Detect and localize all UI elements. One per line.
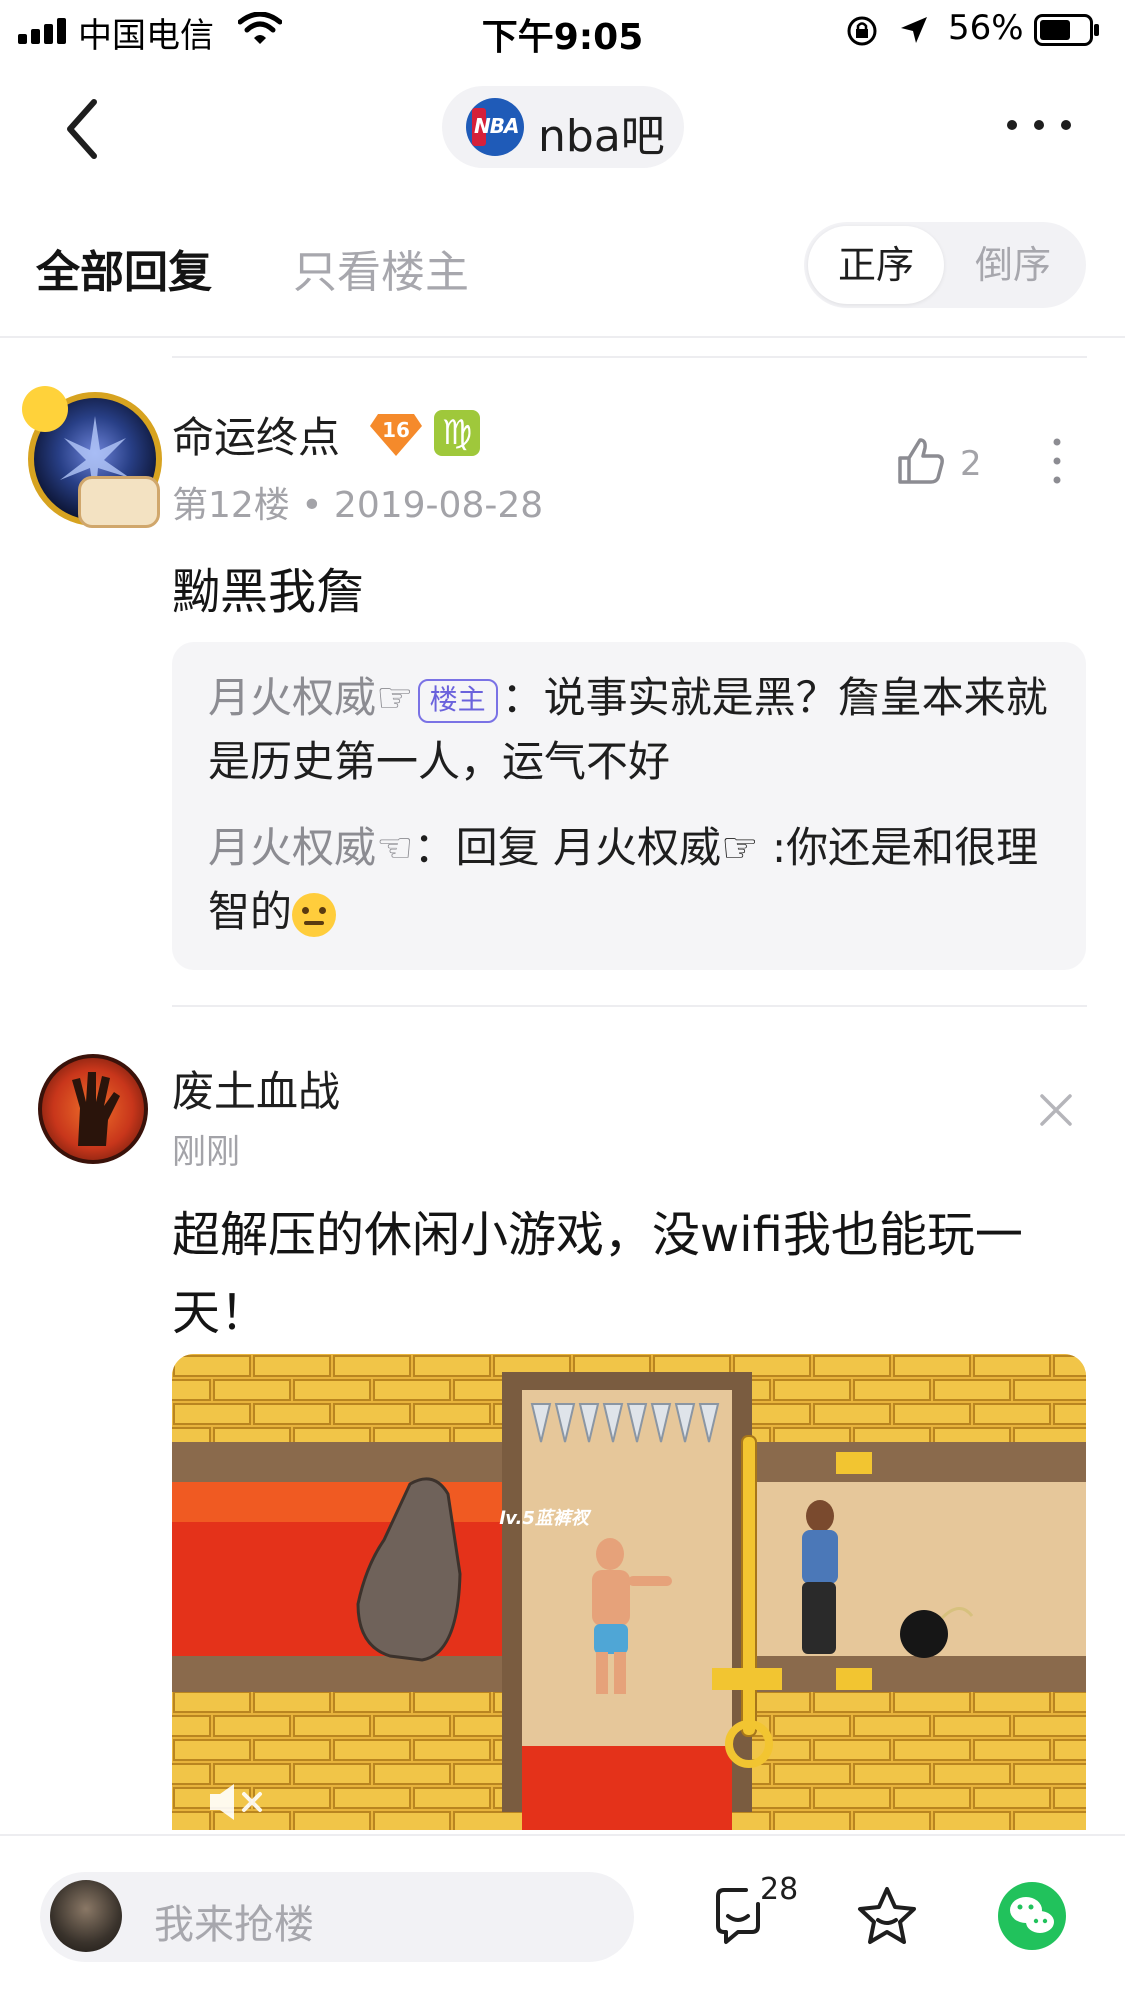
thumbs-up-icon[interactable] bbox=[896, 436, 946, 486]
ad-content: 超解压的休闲小游戏，没wifi我也能玩一天！ bbox=[172, 1207, 1023, 1341]
comment-count: 28 bbox=[760, 1872, 799, 1907]
level-badge: 16 bbox=[368, 410, 424, 458]
like-count: 2 bbox=[960, 444, 982, 484]
comment-input[interactable] bbox=[40, 1872, 634, 1962]
back-icon[interactable] bbox=[58, 94, 108, 164]
tab-op-only[interactable]: 只看楼主 bbox=[293, 236, 469, 300]
battery-icon bbox=[1034, 14, 1099, 46]
wechat-share-icon[interactable] bbox=[998, 1882, 1066, 1950]
character-label: lv.5蓝裤衩 bbox=[499, 1508, 589, 1529]
floor-info: 第12楼 • 2019-08-28 bbox=[172, 485, 544, 526]
reply-author[interactable]: 月火权威☞ bbox=[208, 673, 414, 722]
more-icon[interactable] bbox=[1004, 110, 1074, 140]
post-menu-icon[interactable] bbox=[1050, 436, 1064, 486]
divider bbox=[172, 1005, 1087, 1007]
cake-icon bbox=[78, 476, 160, 528]
post-content: 黝黑我詹 bbox=[172, 564, 365, 620]
battery-percent: 56% bbox=[948, 8, 1024, 48]
location-icon bbox=[901, 17, 927, 43]
thinking-emoji-icon bbox=[292, 892, 337, 937]
comment-input-placeholder[interactable]: 我来抢楼 bbox=[154, 1892, 314, 1950]
username[interactable]: 命运终点 bbox=[172, 404, 340, 465]
username[interactable]: 废土血战 bbox=[172, 1058, 340, 1119]
op-badge: 楼主 bbox=[417, 678, 498, 723]
reply-author[interactable]: 月火权威☜ bbox=[208, 823, 414, 872]
zodiac-badge: ♍ bbox=[434, 410, 480, 456]
sub-reply[interactable]: 月火权威☜：回复 月火权威☞ :你还是和很理智的 bbox=[208, 816, 1058, 944]
avatar[interactable] bbox=[38, 1054, 148, 1164]
close-icon[interactable] bbox=[1038, 1092, 1074, 1128]
avatar-decoration-icon bbox=[22, 386, 68, 432]
current-user-avatar bbox=[50, 1880, 122, 1952]
mute-icon[interactable] bbox=[206, 1780, 266, 1824]
order-asc-button[interactable]: 正序 bbox=[808, 226, 944, 304]
sub-reply[interactable]: 月火权威☞ 楼主 ：说事实就是黑？詹皇本来就是历史第一人，运气不好 bbox=[208, 666, 1058, 794]
tab-all-replies[interactable]: 全部回复 bbox=[36, 236, 212, 300]
forum-name[interactable]: nba吧 bbox=[538, 100, 665, 164]
divider bbox=[172, 356, 1087, 358]
favorite-star-icon[interactable] bbox=[854, 1884, 920, 1948]
status-bar: 中国电信 下午9:05 56% bbox=[0, 0, 1125, 64]
post-time: 刚刚 bbox=[172, 1132, 240, 1172]
order-desc-button[interactable]: 倒序 bbox=[944, 226, 1082, 304]
divider bbox=[0, 336, 1125, 338]
nba-logo-icon: NBA bbox=[466, 98, 524, 156]
rotation-lock-icon bbox=[847, 16, 877, 46]
ad-game-image[interactable]: lv.5蓝裤衩 bbox=[172, 1354, 1086, 1830]
